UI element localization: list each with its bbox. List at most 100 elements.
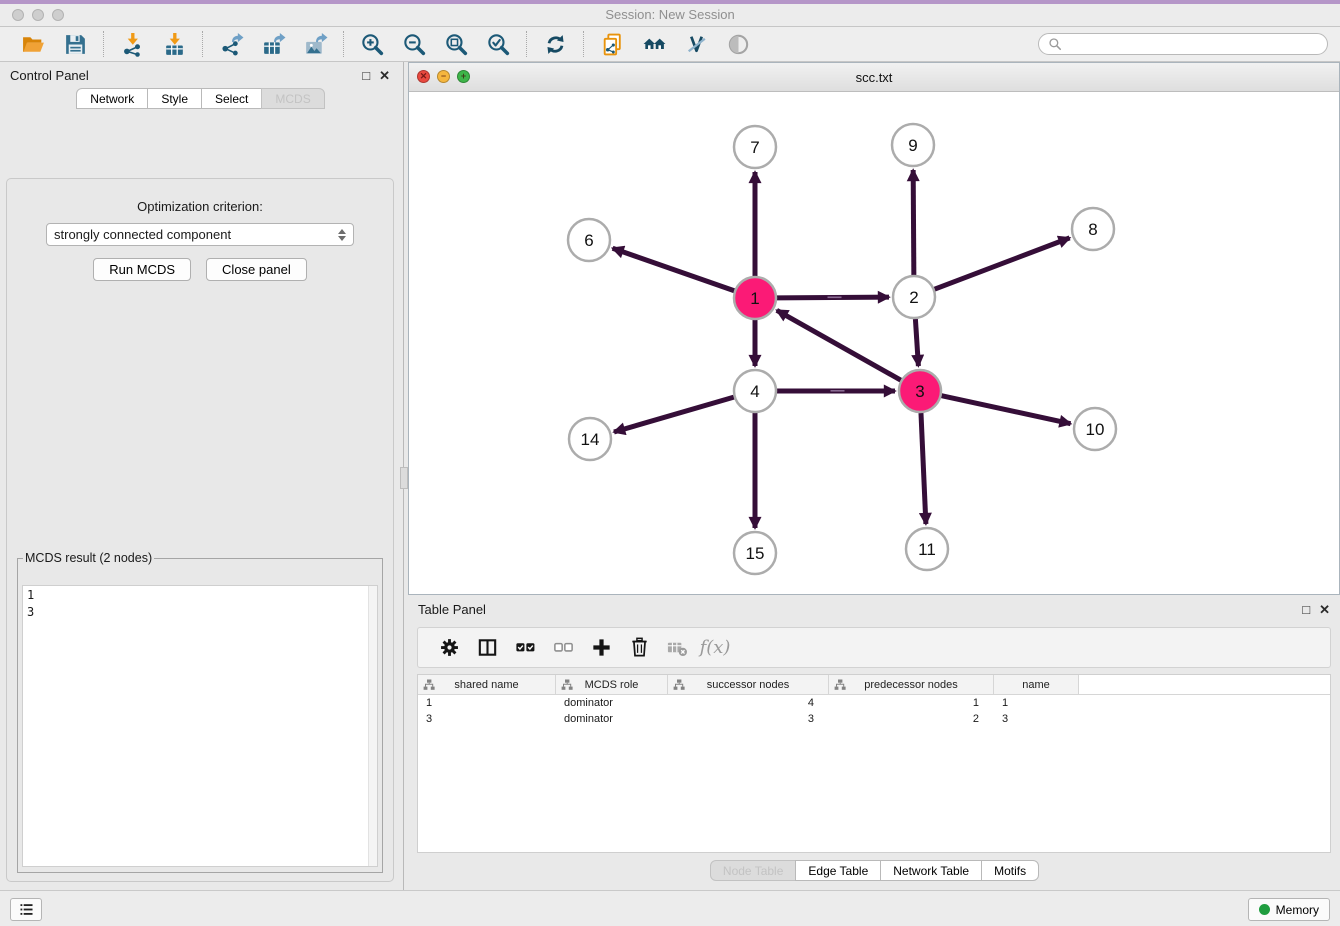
panel-splitter[interactable]: [400, 62, 408, 890]
close-table-panel-icon[interactable]: ✕: [1319, 603, 1330, 616]
graph-node-8[interactable]: 8: [1072, 208, 1114, 250]
graph-edge-2-3[interactable]: [915, 319, 918, 366]
export-network-icon[interactable]: [210, 29, 252, 59]
control-panel-title: Control Panel: [10, 68, 89, 83]
zoom-out-icon[interactable]: [393, 29, 435, 59]
node-table: shared nameMCDS rolesuccessor nodesprede…: [417, 674, 1331, 853]
app-titlebar: Session: New Session: [0, 0, 1340, 27]
graph-edge-2-9[interactable]: [913, 170, 914, 275]
tab-select[interactable]: Select: [201, 88, 262, 109]
tab-network[interactable]: Network: [76, 88, 148, 109]
save-session-icon[interactable]: [54, 29, 96, 59]
mcds-result-list[interactable]: 1 3: [23, 586, 368, 866]
mcds-result-group: MCDS result (2 nodes) 1 3: [17, 551, 383, 873]
tab-style[interactable]: Style: [147, 88, 202, 109]
graph-node-7[interactable]: 7: [734, 126, 776, 168]
table-row[interactable]: 3dominator323: [418, 711, 1330, 727]
delete-column-icon[interactable]: [620, 632, 658, 664]
tab-node-table[interactable]: Node Table: [710, 860, 797, 881]
float-table-panel-icon[interactable]: □: [1302, 603, 1310, 616]
run-mcds-button[interactable]: Run MCDS: [93, 258, 191, 281]
hierarchy-icon: [423, 679, 435, 691]
deselect-all-icon[interactable]: [544, 632, 582, 664]
graph-edge-3-10[interactable]: [941, 396, 1070, 424]
task-history-button[interactable]: [10, 898, 42, 921]
close-panel-icon[interactable]: ✕: [379, 69, 390, 82]
select-all-icon[interactable]: [506, 632, 544, 664]
app-title: Session: New Session: [0, 7, 1340, 22]
duplicate-network-icon[interactable]: [591, 29, 633, 59]
graph-node-14[interactable]: 14: [569, 418, 611, 460]
table-header-row: shared nameMCDS rolesuccessor nodesprede…: [418, 675, 1330, 695]
tab-motifs[interactable]: Motifs: [981, 860, 1039, 881]
graph-node-11[interactable]: 11: [906, 528, 948, 570]
network-view-window: ✕−+ scc.txt 7968124314101511: [408, 62, 1340, 595]
toolbar-separator: [103, 31, 104, 57]
export-image-icon[interactable]: [294, 29, 336, 59]
search-input[interactable]: [1067, 36, 1318, 52]
column-header-successor-nodes[interactable]: successor nodes: [668, 675, 829, 694]
show-columns-icon[interactable]: [468, 632, 506, 664]
graph-node-2[interactable]: 2: [893, 276, 935, 318]
table-settings-icon[interactable]: [430, 632, 468, 664]
search-box[interactable]: [1038, 33, 1328, 55]
delete-table-icon: [658, 632, 696, 664]
column-header-shared-name[interactable]: shared name: [418, 675, 556, 694]
optimization-criterion-select[interactable]: strongly connected component: [46, 223, 354, 246]
column-header-predecessor-nodes[interactable]: predecessor nodes: [829, 675, 994, 694]
graph-node-6[interactable]: 6: [568, 219, 610, 261]
graph-edge-4-14[interactable]: [614, 397, 734, 432]
node-label: 4: [750, 382, 759, 401]
import-network-icon[interactable]: [111, 29, 153, 59]
node-label: 1: [750, 289, 759, 308]
main-toolbar: [0, 27, 1340, 62]
tab-mcds[interactable]: MCDS: [261, 88, 324, 109]
memory-button[interactable]: Memory: [1248, 898, 1330, 921]
open-session-icon[interactable]: [12, 29, 54, 59]
vizmapper-icon[interactable]: [675, 29, 717, 59]
toolbar-separator: [343, 31, 344, 57]
graph-edge-3-11[interactable]: [921, 413, 926, 524]
result-scrollbar[interactable]: [368, 586, 377, 866]
tab-edge-table[interactable]: Edge Table: [795, 860, 881, 881]
edge-label-mark: [828, 297, 842, 299]
home-icon[interactable]: [633, 29, 675, 59]
zoom-fit-icon[interactable]: [435, 29, 477, 59]
network-window-minimize-button[interactable]: −: [437, 70, 450, 83]
close-panel-button[interactable]: Close panel: [206, 258, 307, 281]
graph-edge-2-8[interactable]: [935, 238, 1070, 289]
network-window-zoom-button[interactable]: +: [457, 70, 470, 83]
export-table-icon[interactable]: [252, 29, 294, 59]
control-panel-tabs: NetworkStyleSelectMCDS: [0, 88, 400, 109]
network-window-close-button[interactable]: ✕: [417, 70, 430, 83]
zoom-in-icon[interactable]: [351, 29, 393, 59]
node-label: 7: [750, 138, 759, 157]
graph-edge-3-1[interactable]: [777, 310, 901, 380]
splitter-grip[interactable]: [400, 467, 408, 489]
graph-node-15[interactable]: 15: [734, 532, 776, 574]
refresh-layout-icon[interactable]: [534, 29, 576, 59]
node-label: 9: [908, 136, 917, 155]
graph-node-4[interactable]: 4: [734, 370, 776, 412]
add-column-icon[interactable]: [582, 632, 620, 664]
table-cell: 4: [668, 697, 829, 709]
graph-node-9[interactable]: 9: [892, 124, 934, 166]
table-toolbar: f(x): [417, 627, 1331, 668]
column-header-mcds-role[interactable]: MCDS role: [556, 675, 668, 694]
node-label: 10: [1086, 420, 1105, 439]
control-panel: Control Panel □ ✕ NetworkStyleSelectMCDS…: [0, 62, 400, 890]
toolbar-separator: [526, 31, 527, 57]
graph-node-3[interactable]: 3: [899, 370, 941, 412]
tab-network-table[interactable]: Network Table: [880, 860, 982, 881]
column-header-name[interactable]: name: [994, 675, 1079, 694]
node-label: 15: [746, 544, 765, 563]
network-graph[interactable]: 7 9 6 8 1 2 4 3 14 10 15 11: [409, 91, 1339, 594]
graph-node-10[interactable]: 10: [1074, 408, 1116, 450]
graph-edge-1-6[interactable]: [613, 248, 735, 290]
table-row[interactable]: 1dominator411: [418, 695, 1330, 711]
graph-node-1[interactable]: 1: [734, 277, 776, 319]
zoom-selected-icon[interactable]: [477, 29, 519, 59]
float-panel-icon[interactable]: □: [362, 69, 370, 82]
import-table-icon[interactable]: [153, 29, 195, 59]
table-cell: dominator: [556, 697, 668, 709]
